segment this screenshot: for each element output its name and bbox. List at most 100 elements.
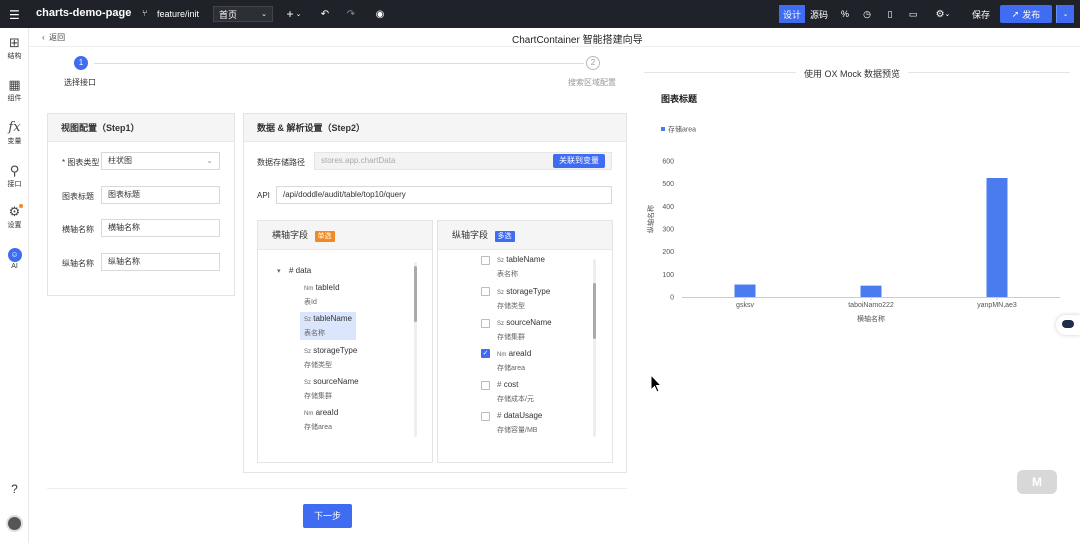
chart-type-select[interactable]: 柱状图 ⌄ [101,152,220,170]
x-field-title: 横轴字段 [272,230,309,240]
step-1-circle: 1 [74,56,88,70]
field-desc: 表名称 [304,330,325,337]
api-label: API [257,191,270,200]
layout-left-icon[interactable]: ▯ [883,7,897,21]
y-field-item-storageType[interactable]: Sz storageType [497,287,550,296]
bind-variable-button[interactable]: 关联到变量 [553,154,605,168]
sidebar-label: 设置 [7,222,22,229]
layout-right-icon[interactable]: ▭ [906,7,920,21]
watermark-logo: M [1017,470,1057,494]
data-config-title: 数据 & 解析设置（Step2） [244,114,626,142]
page-select[interactable]: 首页 ⌄ [213,6,273,22]
components-grid-icon: ▦ [8,77,21,92]
add-page-button[interactable]: + ⌄ [281,6,307,22]
next-step-button[interactable]: 下一步 [303,504,352,528]
wizard-title: ChartContainer 智能搭建向导 [512,35,643,46]
y-tick-label: 100 [662,272,674,279]
help-icon[interactable]: ? [0,482,29,496]
branch-name: feature/init [157,9,200,19]
x-field-panel: 横轴字段 单选 [257,220,433,463]
field-name: Sz tableName [304,314,352,323]
ai-robot-icon: ☺ [7,248,22,262]
sidebar-label: 变量 [7,138,22,145]
tree-root-data[interactable]: # data [289,266,311,275]
field-desc: 存储类型 [497,303,525,310]
checkbox[interactable] [481,319,490,328]
x-tick-label: yanpMN,ae3 [977,302,1017,309]
tab-source[interactable]: 源码 [807,5,831,23]
y-tick-label: 0 [670,295,674,302]
publish-button[interactable]: ➚ 发布 [1000,5,1052,23]
project-name: charts-demo-page [36,7,132,19]
x-field-item-storageType[interactable]: Sz storageType [304,346,357,355]
xname-input[interactable]: 横轴名称 [101,219,220,237]
menu-icon[interactable]: ☰ [9,8,20,22]
field-desc: 存储集群 [304,393,332,400]
y-field-header: 纵轴字段 多选 [438,221,612,250]
step-1-label: 选择接口 [64,78,96,87]
bar [986,178,1008,297]
notification-dot [19,204,23,208]
page-select-value: 首页 [219,9,238,20]
sidebar-item-ai[interactable]: ☺ AI [0,248,29,270]
x-field-header: 横轴字段 单选 [258,221,432,250]
rocket-icon: ➚ [1011,8,1020,19]
structure-icon: ⊞ [9,35,20,50]
assistant-bot-icon[interactable] [1056,315,1080,335]
save-button[interactable]: 保存 [966,5,996,23]
caret-down-icon[interactable]: ▾ [277,267,281,275]
y-field-item-areaId[interactable]: Nm areaId [497,349,531,358]
chart-title-input[interactable]: 图表标题 [101,186,220,204]
publish-label: 发布 [1022,9,1041,20]
preview-header: 使用 OX Mock 数据预览 [796,67,909,80]
sidebar-item-structure[interactable]: ⊞ 结构 [0,36,29,61]
top-bar: ☰ charts-demo-page ⑂ feature/init 首页 ⌄ +… [0,0,1080,28]
chevron-down-icon: ⌄ [206,156,213,165]
y-field-item-sourceName[interactable]: Sz sourceName [497,318,552,327]
redo-icon[interactable]: ↷ [343,7,359,21]
y-tick-label: 500 [662,181,674,188]
checkbox[interactable] [481,287,490,296]
x-tick-label: gsksv [736,302,754,309]
avatar[interactable] [6,515,23,532]
api-input[interactable]: /api/doddle/audit/table/top10/query [276,186,612,204]
sidebar-item-settings[interactable]: ⚙ 设置 [0,204,29,230]
sidebar-item-components[interactable]: ▦ 组件 [0,78,29,103]
chart-title-label: 图表标题 [62,192,94,201]
field-name: Nm tableId [304,283,340,292]
publish-menu-chevron-icon[interactable]: ⌄ [1056,5,1074,23]
x-field-item-areaId[interactable]: Nm areaId [304,408,338,417]
checkbox[interactable] [481,412,490,421]
history-icon[interactable]: ◷ [860,7,874,21]
chart-type-value: 柱状图 [108,156,132,165]
fx-icon: fx [8,120,21,135]
checkbox[interactable] [481,381,490,390]
y-field-item-dataUsage[interactable]: # dataUsage [497,411,542,420]
field-desc: 表Id [304,299,317,306]
scrollbar-thumb[interactable] [593,283,596,339]
y-field-scrollbar[interactable] [593,259,596,437]
back-link[interactable]: ‹ 返回 [42,32,65,43]
sidebar-item-variables[interactable]: fx 变量 [0,121,29,146]
y-tick-label: 200 [662,249,674,256]
tab-design[interactable]: 设计 [779,5,805,23]
sidebar-item-interfaces[interactable]: ⚲ 接口 [0,164,29,189]
undo-icon[interactable]: ↶ [317,7,333,21]
field-desc: 存储成本/元 [497,396,534,403]
field-desc: 存储集群 [497,334,525,341]
percent-icon[interactable]: % [838,7,852,21]
settings-gear-icon[interactable]: ⚙ ⌄ [930,7,956,21]
yname-input[interactable]: 纵轴名称 [101,253,220,271]
legend-swatch [661,127,665,131]
checkbox[interactable] [481,256,490,265]
x-field-scrollbar[interactable] [414,262,417,437]
checkbox-checked[interactable]: ✓ [481,349,490,358]
x-axis-label: 横轴名称 [857,314,885,323]
x-field-item-sourceName[interactable]: Sz sourceName [304,377,359,386]
scrollbar-thumb[interactable] [414,266,417,322]
preview-eye-icon[interactable]: ◉ [372,7,388,21]
path-label: 数据存储路径 [257,158,305,167]
y-field-item-cost[interactable]: # cost [497,380,518,389]
y-field-item-tableName[interactable]: Sz tableName [497,255,545,264]
sidebar-label: 结构 [7,53,22,60]
